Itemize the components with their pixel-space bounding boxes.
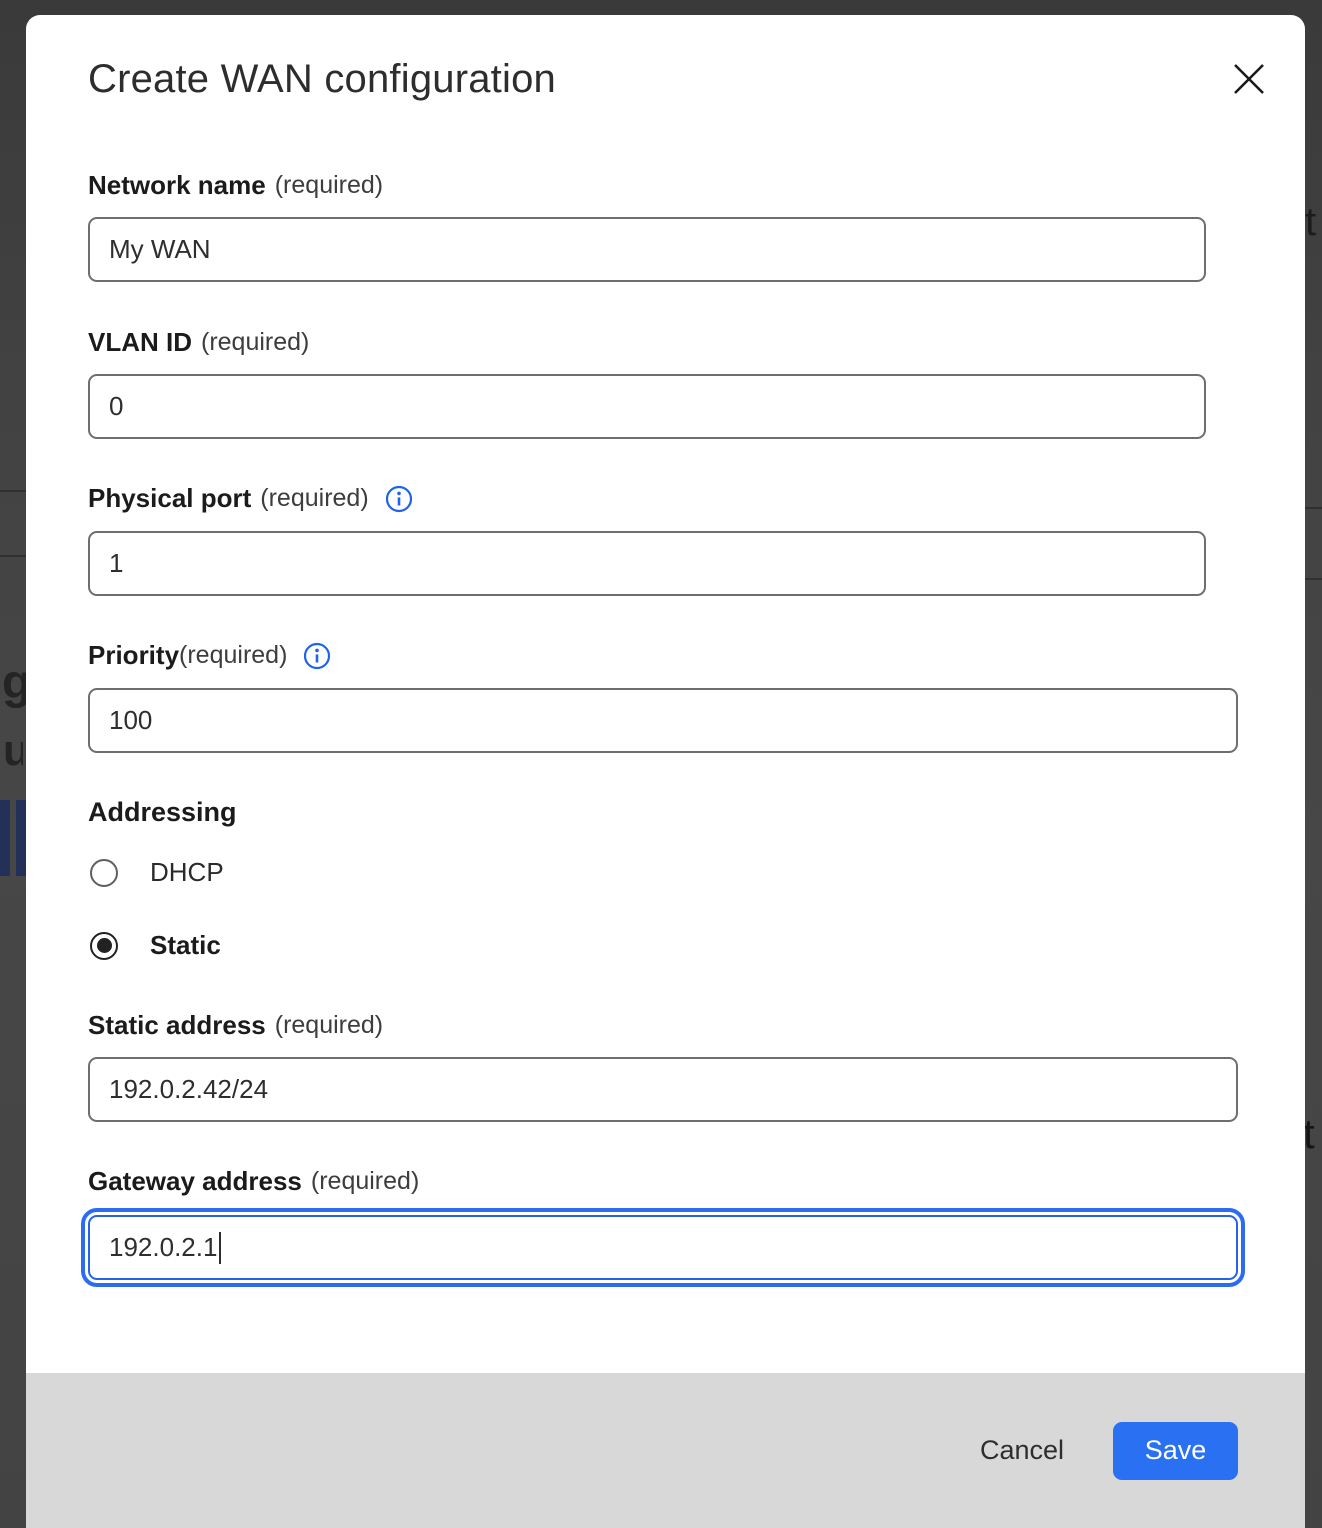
close-icon [1231, 61, 1267, 102]
network-name-label-row: Network name (required) [88, 170, 383, 201]
radio-option-dhcp[interactable]: DHCP [90, 857, 224, 888]
priority-label: Priority [88, 640, 179, 671]
required-hint: (required) [275, 171, 383, 200]
physical-port-label: Physical port [88, 483, 251, 514]
network-name-value: My WAN [109, 234, 211, 265]
radio-unselected-icon[interactable] [90, 859, 118, 887]
close-button[interactable] [1227, 59, 1271, 103]
static-address-label: Static address [88, 1010, 266, 1041]
required-hint: (required) [275, 1011, 383, 1040]
backdrop-partial-text: t [1303, 1110, 1322, 1158]
radio-static-label: Static [150, 930, 221, 961]
physical-port-label-row: Physical port (required) [88, 483, 413, 514]
priority-label-row: Priority (required) [88, 640, 331, 671]
vlan-id-label-row: VLAN ID (required) [88, 327, 309, 358]
static-address-label-row: Static address (required) [88, 1010, 383, 1041]
backdrop-divider [1305, 507, 1322, 509]
network-name-input[interactable]: My WAN [88, 217, 1206, 282]
info-icon[interactable] [385, 485, 413, 513]
required-hint: (required) [260, 484, 368, 513]
priority-value: 100 [109, 705, 152, 736]
backdrop-divider [1305, 578, 1322, 580]
dialog-body: Create WAN configuration Network name (r… [26, 15, 1305, 1528]
backdrop-button-fragment [16, 800, 26, 876]
radio-dhcp-label: DHCP [150, 857, 224, 888]
backdrop-button-fragment [0, 800, 10, 876]
gateway-address-label-row: Gateway address (required) [88, 1166, 419, 1197]
dialog-footer: Cancel Save [26, 1373, 1305, 1528]
required-hint: (required) [201, 328, 309, 357]
vlan-id-label: VLAN ID [88, 327, 192, 358]
backdrop-divider [0, 555, 26, 557]
gateway-address-input[interactable]: 192.0.2.1 [88, 1215, 1238, 1280]
backdrop-partial-text: g [2, 655, 26, 710]
physical-port-value: 1 [109, 548, 123, 579]
vlan-id-value: 0 [109, 391, 123, 422]
gateway-address-value: 192.0.2.1 [109, 1232, 217, 1263]
radio-option-static[interactable]: Static [90, 930, 221, 961]
priority-input[interactable]: 100 [88, 688, 1238, 753]
info-icon[interactable] [303, 642, 331, 670]
gateway-address-label: Gateway address [88, 1166, 302, 1197]
network-name-label: Network name [88, 170, 266, 201]
static-address-value: 192.0.2.42/24 [109, 1074, 268, 1105]
required-hint: (required) [179, 641, 287, 670]
vlan-id-input[interactable]: 0 [88, 374, 1206, 439]
static-address-input[interactable]: 192.0.2.42/24 [88, 1057, 1238, 1122]
required-hint: (required) [311, 1167, 419, 1196]
radio-selected-icon[interactable] [90, 932, 118, 960]
save-button[interactable]: Save [1113, 1422, 1238, 1480]
backdrop-divider [0, 490, 26, 492]
physical-port-input[interactable]: 1 [88, 531, 1206, 596]
backdrop-partial-text: t l [1305, 200, 1322, 245]
text-cursor [219, 1232, 221, 1264]
addressing-heading: Addressing [88, 797, 237, 828]
create-wan-configuration-dialog: Create WAN configuration Network name (r… [26, 15, 1305, 1528]
backdrop-partial-text: u [3, 726, 23, 776]
cancel-button[interactable]: Cancel [980, 1425, 1064, 1476]
dialog-title: Create WAN configuration [88, 57, 556, 102]
